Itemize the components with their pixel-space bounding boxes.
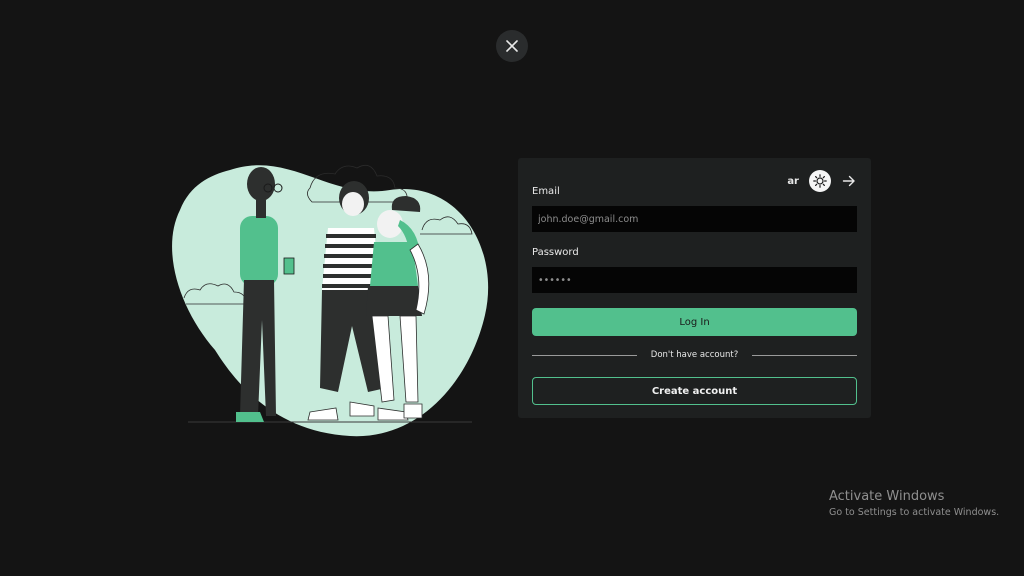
- card-toolbar: ar: [787, 170, 857, 192]
- theme-toggle-button[interactable]: [809, 170, 831, 192]
- email-field[interactable]: [532, 206, 857, 232]
- no-account-text: Don't have account?: [650, 350, 739, 360]
- divider: Don't have account?: [532, 350, 857, 360]
- continue-button[interactable]: [841, 173, 857, 189]
- sun-icon: [813, 174, 827, 188]
- divider-line-right: [752, 354, 857, 356]
- login-button[interactable]: Log In: [532, 308, 857, 336]
- activation-watermark: Activate Windows Go to Settings to activ…: [829, 489, 999, 518]
- arrow-right-icon: [842, 175, 855, 187]
- close-button[interactable]: [496, 30, 528, 62]
- people-illustration: [172, 164, 489, 437]
- watermark-title: Activate Windows: [829, 489, 945, 504]
- password-label: Password: [532, 247, 579, 258]
- login-card: ar Email Password Log In Don't have acco…: [518, 158, 871, 418]
- close-icon: [506, 40, 518, 52]
- language-switch[interactable]: ar: [787, 176, 799, 187]
- password-field[interactable]: [532, 267, 857, 293]
- watermark-subtitle: Go to Settings to activate Windows.: [829, 507, 1000, 518]
- create-account-button[interactable]: Create account: [532, 377, 857, 405]
- divider-line-left: [532, 354, 637, 356]
- email-label: Email: [532, 186, 560, 197]
